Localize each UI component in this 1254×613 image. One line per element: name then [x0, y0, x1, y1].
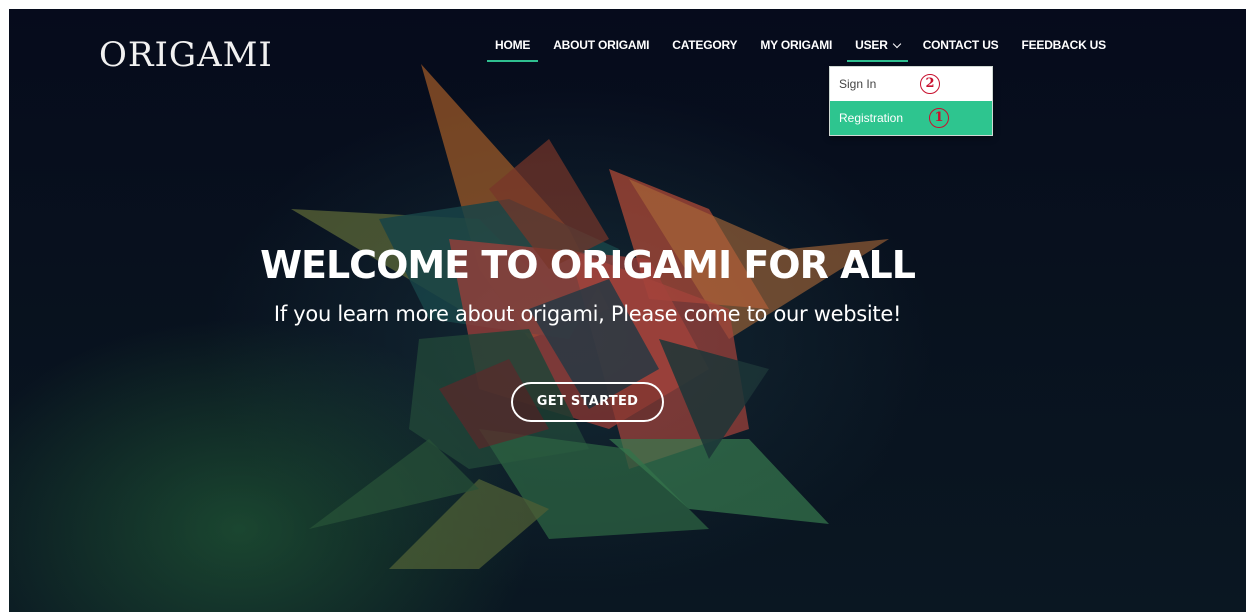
nav-feedback-us[interactable]: FEEDBACK US [1013, 38, 1113, 62]
nav-category[interactable]: CATEGORY [664, 38, 745, 62]
site-logo[interactable]: ORIGAMI [99, 35, 273, 75]
main-navigation: HOME ABOUT ORIGAMI CATEGORY MY ORIGAMI U… [487, 38, 1121, 62]
nav-about-origami[interactable]: ABOUT ORIGAMI [545, 38, 657, 62]
nav-home[interactable]: HOME [487, 38, 539, 62]
sign-in-label: Sign In [839, 77, 877, 91]
chevron-down-icon [892, 39, 901, 49]
registration-label: Registration [839, 111, 904, 125]
hero-section: ORIGAMI HOME ABOUT ORIGAMI CATEGORY MY O… [9, 9, 1246, 612]
nav-user[interactable]: USER [847, 38, 908, 62]
get-started-button[interactable]: GET STARTED [511, 382, 664, 422]
user-dropdown-menu: Sign In 2 Registration 1 [829, 66, 993, 136]
annotation-number-2: 2 [920, 74, 940, 94]
hero-title: WELCOME TO ORIGAMI FOR ALL [260, 243, 916, 287]
dropdown-item-sign-in[interactable]: Sign In 2 [830, 67, 992, 101]
nav-user-label: USER [855, 38, 888, 52]
annotation-number-1: 1 [929, 108, 949, 128]
nav-contact-us[interactable]: CONTACT US [915, 38, 1007, 62]
dropdown-item-registration[interactable]: Registration 1 [830, 101, 992, 135]
nav-my-origami[interactable]: MY ORIGAMI [752, 38, 840, 62]
hero-subtitle: If you learn more about origami, Please … [273, 302, 902, 326]
